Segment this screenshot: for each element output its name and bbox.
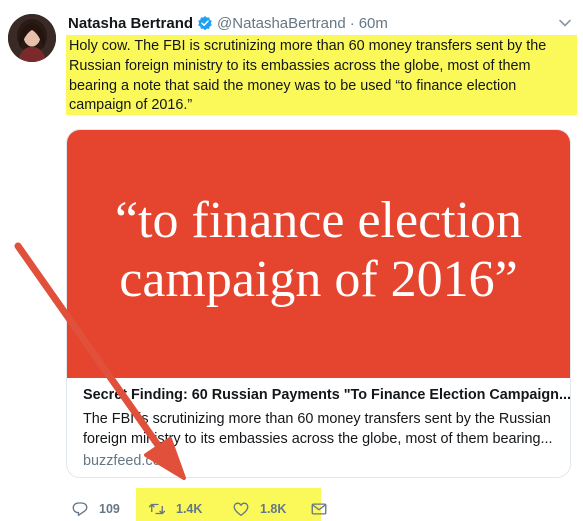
tweet-header: Natasha Bertrand @NatashaBertrand · 60m [68, 12, 388, 34]
retweet-button[interactable]: 1.4K [148, 499, 202, 519]
like-count: 1.8K [260, 502, 287, 516]
header-separator: · [349, 14, 355, 32]
card-image: “to finance election campaign of 2016” [67, 130, 570, 378]
card-image-quote-line-1: “to finance election [114, 192, 523, 249]
card-title: Secret Finding: 60 Russian Payments "To … [83, 387, 571, 403]
card-description: The FBI is scrutinizing more than 60 mon… [83, 411, 553, 447]
verified-badge-icon [198, 16, 212, 31]
retweet-icon [148, 503, 166, 515]
card-image-quote-line-2: campaign of 2016” [119, 251, 518, 308]
reply-button[interactable]: 109 [71, 499, 120, 519]
tweet-text: Holy cow. The FBI is scrutinizing more t… [66, 35, 577, 115]
like-button[interactable]: 1.8K [232, 499, 286, 519]
chevron-down-icon[interactable] [557, 15, 573, 31]
author-name[interactable]: Natasha Bertrand [68, 15, 193, 32]
link-card[interactable]: “to finance election campaign of 2016” S… [66, 129, 571, 478]
tweet-page: Natasha Bertrand @NatashaBertrand · 60m … [0, 0, 583, 521]
avatar[interactable] [8, 14, 56, 62]
author-handle[interactable]: @NatashaBertrand [217, 15, 346, 32]
avatar-image [8, 14, 56, 62]
tweet-actions: 109 1.4K 1.8K [66, 494, 583, 521]
card-domain: buzzfeed.com [83, 453, 173, 469]
retweet-count: 1.4K [176, 502, 203, 516]
envelope-icon [311, 503, 327, 515]
card-body: Secret Finding: 60 Russian Payments "To … [67, 378, 570, 477]
heart-icon [233, 502, 249, 517]
tweet-timestamp[interactable]: 60m [359, 15, 388, 32]
reply-count: 109 [99, 502, 120, 516]
direct-message-button[interactable] [310, 499, 328, 519]
reply-icon [72, 502, 88, 517]
